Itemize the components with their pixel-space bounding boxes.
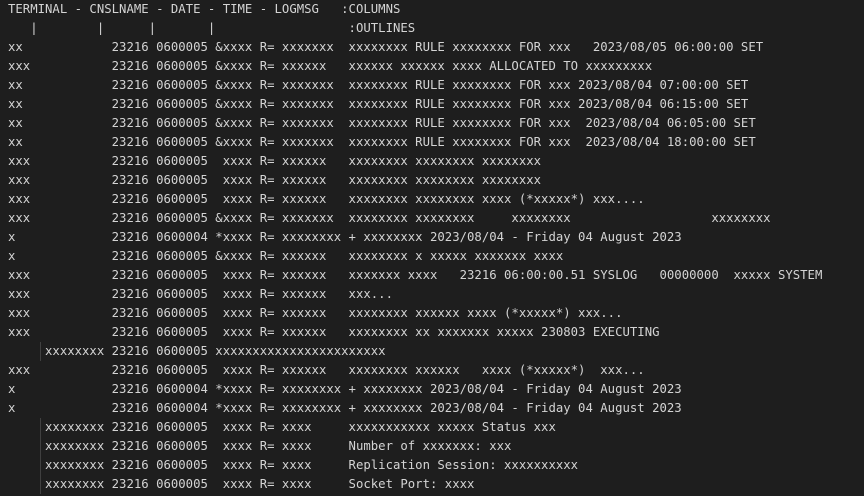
log-line: xxx 23216 0600005 xxxx R= xxxxxx xxxxxxx… bbox=[8, 325, 660, 339]
log-line: xxx 23216 0600005 xxxx R= xxxxxx xxxxxxx… bbox=[8, 306, 623, 320]
log-line: xx 23216 0600005 &xxxx R= xxxxxxx xxxxxx… bbox=[8, 78, 749, 92]
indent-guide bbox=[40, 475, 41, 494]
log-line: xxx 23216 0600005 xxxx R= xxxxxx xxxxxxx… bbox=[8, 268, 823, 282]
log-line: xxx 23216 0600005 &xxxx R= xxxxxx xxxxxx… bbox=[8, 59, 653, 73]
indent-guide bbox=[40, 437, 41, 456]
log-line: xxx 23216 0600005 xxxx R= xxxxxx xxxxxxx… bbox=[8, 192, 645, 206]
log-line: xxx 23216 0600005 xxxx R= xxxxxx xxx... bbox=[8, 287, 393, 301]
terminal-output: TERMINAL - CNSLNAME - DATE - TIME - LOGM… bbox=[0, 0, 864, 496]
log-line: xxxxxxxx 23216 0600005 xxxx R= xxxx Sock… bbox=[0, 475, 864, 494]
log-line: xxx 23216 0600005 &xxxx R= xxxxxxx xxxxx… bbox=[8, 211, 771, 225]
log-line: xxxxxxxx 23216 0600005 xxxx R= xxxx Repl… bbox=[0, 456, 864, 475]
log-line: x 23216 0600004 *xxxx R= xxxxxxxx + xxxx… bbox=[8, 230, 682, 244]
log-line: xx 23216 0600005 &xxxx R= xxxxxxx xxxxxx… bbox=[8, 97, 749, 111]
indent-guide bbox=[40, 456, 41, 475]
log-line: xxxxxxxx 23216 0600005 xxxx R= xxxx xxxx… bbox=[0, 418, 864, 437]
log-line: xxxxxxxx 23216 0600005 xxxxxxxxxxxxxxxxx… bbox=[0, 342, 864, 361]
log-line: xxx 23216 0600005 xxxx R= xxxxxx xxxxxxx… bbox=[8, 154, 542, 168]
indent-guide bbox=[40, 342, 41, 361]
outline-header-line: | | | | :OUTLINES bbox=[8, 21, 416, 35]
indent-guide bbox=[40, 418, 41, 437]
log-line: x 23216 0600005 &xxxx R= xxxxxx xxxxxxxx… bbox=[8, 249, 564, 263]
log-line: xxx 23216 0600005 xxxx R= xxxxxx xxxxxxx… bbox=[8, 173, 542, 187]
log-lines: xx 23216 0600005 &xxxx R= xxxxxxx xxxxxx… bbox=[0, 38, 864, 494]
log-line: xx 23216 0600005 &xxxx R= xxxxxxx xxxxxx… bbox=[8, 135, 756, 149]
log-line: xx 23216 0600005 &xxxx R= xxxxxxx xxxxxx… bbox=[8, 116, 756, 130]
log-line: xxxxxxxx 23216 0600005 xxxx R= xxxx Numb… bbox=[0, 437, 864, 456]
log-line: xx 23216 0600005 &xxxx R= xxxxxxx xxxxxx… bbox=[8, 40, 764, 54]
log-line: x 23216 0600004 *xxxx R= xxxxxxxx + xxxx… bbox=[8, 382, 682, 396]
column-header-line: TERMINAL - CNSLNAME - DATE - TIME - LOGM… bbox=[8, 2, 401, 16]
log-line: xxx 23216 0600005 xxxx R= xxxxxx xxxxxxx… bbox=[8, 363, 645, 377]
log-line: x 23216 0600004 *xxxx R= xxxxxxxx + xxxx… bbox=[8, 401, 682, 415]
